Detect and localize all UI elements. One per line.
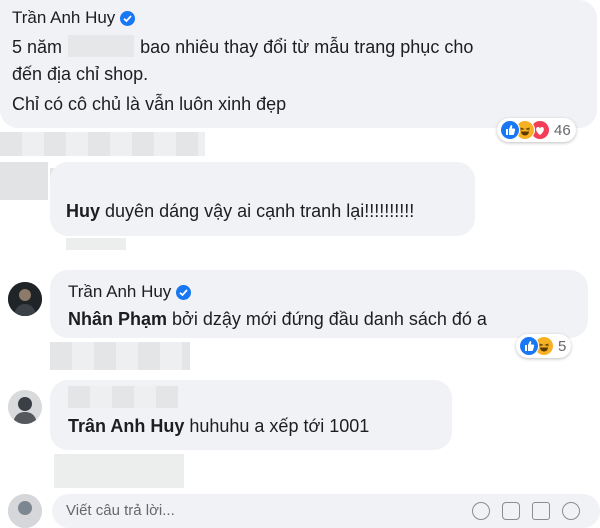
- reaction-summary[interactable]: 46: [497, 118, 576, 142]
- comment-text: Nhân Phạm bởi dzậy mới đứng đầu danh sác…: [68, 309, 487, 329]
- comment-text: Huy duyên dáng vậy ai cạnh tranh lại!!!!…: [66, 201, 415, 221]
- like-icon: [519, 336, 539, 356]
- author-name[interactable]: Trần Anh Huy: [68, 282, 171, 302]
- comment-author[interactable]: Trần Anh Huy: [12, 8, 136, 28]
- reply-avatar: [8, 494, 42, 528]
- mention-link[interactable]: Huy: [66, 201, 100, 221]
- verified-badge-icon: [120, 10, 136, 26]
- emoji-icon[interactable]: [472, 502, 490, 520]
- redacted-block: [0, 132, 205, 156]
- camera-icon[interactable]: [502, 502, 520, 520]
- redacted-avatar: [0, 162, 48, 200]
- redacted-meta: [66, 238, 126, 250]
- verified-badge-icon: [176, 284, 192, 300]
- reaction-summary[interactable]: 5: [516, 334, 572, 358]
- reaction-count: 5: [558, 337, 567, 355]
- author-name[interactable]: Trần Anh Huy: [12, 8, 115, 28]
- comment-text: 5 năm bao nhiêu thay đổi từ mẫu trang ph…: [12, 35, 474, 57]
- gif-icon[interactable]: [532, 502, 550, 520]
- redacted-meta: [54, 454, 184, 488]
- avatar[interactable]: [8, 282, 42, 316]
- redacted-author: [68, 386, 178, 408]
- comment-bubble: Trần Anh Huy 5 năm bao nhiêu thay đổi từ…: [0, 0, 597, 128]
- redacted-block: [68, 35, 135, 57]
- reply-input[interactable]: Viết câu trả lời...: [52, 494, 600, 528]
- comment-text-line2: đến địa chỉ shop.: [12, 64, 149, 84]
- comment-bubble: Trân Anh Huy huhuhu a xếp tới 1001: [50, 380, 452, 450]
- comment-text-line3: Chỉ có cô chủ là vẫn luôn xinh đẹp: [12, 94, 287, 114]
- comment-author[interactable]: Trần Anh Huy: [68, 282, 192, 302]
- sticker-icon[interactable]: [562, 502, 580, 520]
- reply-placeholder: Viết câu trả lời...: [66, 502, 175, 519]
- mention-link[interactable]: Nhân Phạm: [68, 309, 167, 329]
- redacted-meta: [50, 342, 190, 370]
- reaction-count: 46: [554, 121, 571, 139]
- mention-link[interactable]: Trân Anh Huy: [68, 416, 184, 436]
- comment-bubble: Trần Anh Huy Nhân Phạm bởi dzậy mới đứng…: [50, 270, 588, 338]
- comment-bubble: Huy duyên dáng vậy ai cạnh tranh lại!!!!…: [50, 162, 475, 236]
- avatar[interactable]: [8, 390, 42, 424]
- like-icon: [500, 120, 520, 140]
- comment-text: Trân Anh Huy huhuhu a xếp tới 1001: [68, 416, 370, 436]
